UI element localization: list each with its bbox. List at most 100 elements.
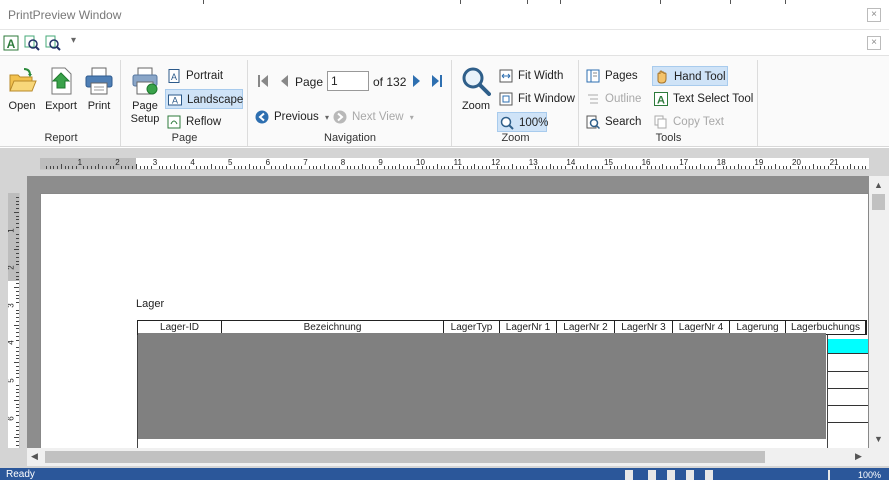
ruler-number: 4 <box>190 158 195 167</box>
ruler-tick <box>297 166 299 169</box>
ruler-tick <box>278 166 280 169</box>
magnifier-icon <box>462 67 491 96</box>
previous-view-button[interactable]: Previous ▾ <box>253 107 329 127</box>
printer-icon <box>85 67 113 95</box>
row-divider <box>827 388 868 389</box>
window-close-button[interactable]: × <box>867 8 881 22</box>
ruler-number: 7 <box>303 158 308 167</box>
fit-window-button[interactable]: Fit Window <box>497 89 575 109</box>
landscape-button[interactable]: A Landscape <box>165 89 243 109</box>
page-number-input[interactable]: 1 <box>327 71 369 91</box>
view-mode-icon[interactable] <box>648 470 656 480</box>
outline-button[interactable]: Outline <box>584 89 641 109</box>
ruler-tick <box>14 287 19 288</box>
scroll-up-icon[interactable]: ▲ <box>874 180 883 190</box>
ruler-tick <box>105 166 107 169</box>
ruler-tick <box>98 164 100 169</box>
zoom-button[interactable]: Zoom <box>457 66 495 112</box>
ruler-tick <box>16 422 19 424</box>
portrait-button[interactable]: A Portrait <box>165 66 223 86</box>
page-setup-label-line2: Setup <box>130 113 160 125</box>
ruler-tick <box>865 166 867 169</box>
ruler-tick <box>199 166 201 169</box>
ruler-tick <box>786 166 788 169</box>
ruler-tick <box>861 166 863 169</box>
status-text: Ready <box>6 469 35 480</box>
ruler-tick <box>16 196 19 198</box>
title-bar-tick <box>460 0 461 4</box>
pages-button[interactable]: Pages <box>584 66 638 86</box>
ruler-number: 3 <box>8 303 16 307</box>
ruler-tick <box>519 166 521 169</box>
ruler-tick <box>549 164 551 169</box>
first-page-icon[interactable] <box>257 74 269 88</box>
reflow-icon <box>167 115 181 129</box>
horizontal-scroll-thumb[interactable] <box>45 451 765 463</box>
ruler-tick <box>16 403 19 405</box>
page-setup-button[interactable]: Page Setup <box>126 66 164 126</box>
fit-width-button[interactable]: Fit Width <box>497 66 563 86</box>
ruler-tick <box>87 166 89 169</box>
zoom-in-icon[interactable] <box>24 35 40 51</box>
ruler-tick <box>16 441 19 443</box>
ruler-tick <box>726 166 728 169</box>
ruler-tick <box>16 200 19 202</box>
ruler-tick <box>16 279 19 281</box>
ruler-number: 4 <box>8 341 16 345</box>
ruler-tick <box>184 166 186 169</box>
hand-tool-button[interactable]: Hand Tool <box>652 66 728 86</box>
last-page-icon[interactable] <box>431 74 443 88</box>
ruler-tick <box>60 164 62 169</box>
ruler-tick <box>136 164 137 169</box>
ruler-tick <box>214 166 216 169</box>
open-button[interactable]: Open <box>4 66 40 112</box>
text-select-icon[interactable]: A <box>3 35 19 51</box>
preview-workspace[interactable]: 123456789101112131415161718192021 123456… <box>0 148 889 468</box>
print-button[interactable]: Print <box>81 66 117 112</box>
scroll-down-icon[interactable]: ▼ <box>874 434 883 444</box>
search-button[interactable]: Search <box>584 112 641 132</box>
ruler-tick <box>16 302 19 304</box>
ruler-tick <box>16 309 19 311</box>
ruler-tick <box>16 407 19 409</box>
view-mode-icon[interactable] <box>625 470 633 480</box>
zoom-out-icon[interactable] <box>45 35 61 51</box>
export-button[interactable]: Export <box>42 66 80 112</box>
ribbon-group-zoom: Zoom Fit Width Fit Window 100% Zoom <box>453 60 579 146</box>
qat-customize-dropdown[interactable]: ▾ <box>71 35 76 46</box>
ruler-number: 2 <box>115 158 120 167</box>
next-page-icon[interactable] <box>412 74 422 88</box>
scroll-left-icon[interactable]: ◀ <box>31 451 38 462</box>
previous-page-icon[interactable] <box>279 74 289 88</box>
ruler-number: 15 <box>604 158 613 167</box>
ruler-tick <box>384 166 386 169</box>
ruler-tick <box>658 166 660 169</box>
reflow-button[interactable]: Reflow <box>165 112 221 132</box>
vertical-scroll-thumb[interactable] <box>872 194 885 210</box>
back-arrow-icon <box>255 110 269 124</box>
scroll-right-icon[interactable]: ▶ <box>855 451 862 462</box>
ruler-tick <box>16 253 19 255</box>
preview-page[interactable]: Lager Lager-ID Bezeichnung LagerTyp LagerNr… <box>40 193 869 453</box>
ruler-tick <box>440 166 442 169</box>
scrollbar-corner <box>869 448 889 466</box>
view-mode-icon[interactable] <box>667 470 675 480</box>
next-view-button[interactable]: Next View ▾ <box>331 107 414 127</box>
ruler-tick <box>466 166 468 169</box>
ruler-tick <box>662 164 664 169</box>
zoom-slider-thumb[interactable] <box>828 470 830 480</box>
ruler-tick <box>711 166 713 169</box>
ruler-tick <box>387 166 389 169</box>
text-select-tool-button[interactable]: A Text Select Tool <box>652 89 753 109</box>
horizontal-scrollbar[interactable]: ◀ ▶ <box>27 448 869 466</box>
ribbon-close-button[interactable]: × <box>867 36 881 50</box>
copy-text-button[interactable]: Copy Text <box>652 112 724 132</box>
ruler-tick <box>523 166 525 169</box>
view-mode-icon[interactable] <box>686 470 694 480</box>
ruler-tick <box>324 164 325 169</box>
ruler-tick <box>120 166 122 169</box>
ruler-tick <box>222 166 224 169</box>
view-mode-icon[interactable] <box>705 470 713 480</box>
zoom-100-button[interactable]: 100% <box>497 112 548 132</box>
vertical-scrollbar[interactable]: ▲ ▼ <box>869 176 889 448</box>
